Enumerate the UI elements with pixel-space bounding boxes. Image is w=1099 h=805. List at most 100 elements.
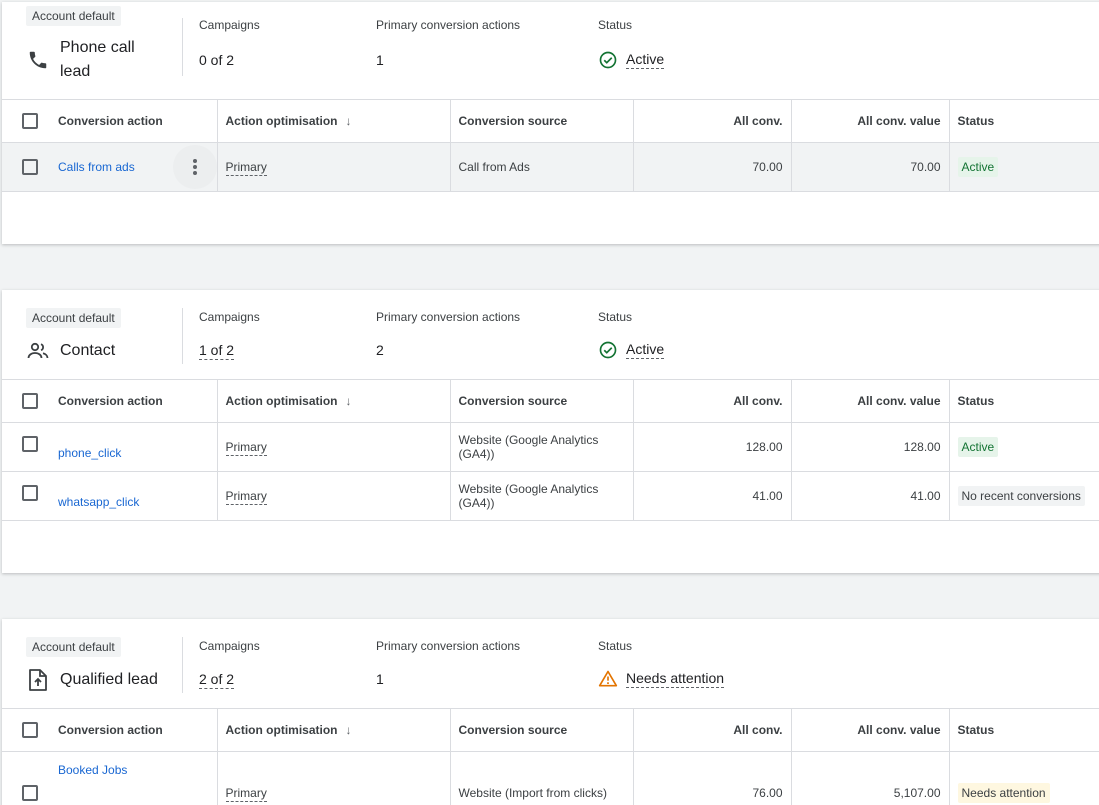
conversion-actions-table: Conversion action Action optimisation ↓ C…	[2, 380, 1099, 521]
row-checkbox[interactable]	[22, 158, 38, 175]
arrow-down-icon: ↓	[345, 393, 352, 408]
status-label: Status	[598, 639, 633, 653]
select-all-checkbox[interactable]	[22, 112, 38, 129]
col-all-conv[interactable]: All conv.	[633, 380, 792, 423]
status-badge: No recent conversions	[957, 485, 1085, 506]
check-circle-icon	[598, 340, 618, 360]
cell-source: Call from Ads	[450, 142, 634, 192]
col-all-conv-value[interactable]: All conv. value	[791, 380, 950, 423]
cell-all-conv-value: 128.00	[791, 422, 950, 472]
status-badge: Active	[957, 436, 999, 457]
account-default-badge: Account default	[26, 308, 121, 328]
cell-status: No recent conversions	[949, 471, 1099, 521]
conversion-actions-table: Conversion action Action optimisation ↓ C…	[2, 709, 1099, 805]
cell-optimisation[interactable]: Primary	[217, 751, 451, 805]
cell-all-conv-value: 41.00	[791, 471, 950, 521]
col-label: Action optimisation	[225, 113, 338, 128]
goal-name: Qualified lead	[60, 671, 158, 688]
check-circle-icon	[598, 50, 618, 70]
row-checkbox[interactable]	[22, 785, 38, 801]
goal-status-text: Needs attention	[626, 670, 725, 688]
conversion-actions-table: Conversion action Action optimisation ↓ C…	[2, 100, 1099, 192]
col-action-optimisation[interactable]: Action optimisation ↓	[217, 709, 451, 752]
col-conversion-source[interactable]: Conversion source	[450, 380, 634, 423]
goal-title[interactable]: Contact	[26, 339, 115, 363]
cell-optimisation[interactable]: Primary	[217, 422, 451, 472]
table-header-row: Conversion action Action optimisation ↓ C…	[2, 100, 1099, 143]
row-checkbox[interactable]	[22, 484, 38, 501]
cell-status: Active	[949, 422, 1099, 472]
cell-source: Website (Import from clicks)	[450, 751, 634, 805]
select-all-checkbox[interactable]	[22, 721, 38, 738]
more-vert-icon[interactable]	[172, 144, 217, 189]
col-status[interactable]: Status	[949, 100, 1099, 143]
cell-all-conv: 41.00	[633, 471, 792, 521]
phone-icon	[26, 48, 50, 72]
col-all-conv-value[interactable]: All conv. value	[791, 100, 950, 143]
account-default-badge: Account default	[26, 637, 121, 657]
cell-all-conv: 128.00	[633, 422, 792, 472]
goal-card-phone-call-lead: Account default Phone call lead Campaign…	[2, 2, 1099, 244]
col-all-conv[interactable]: All conv.	[633, 709, 792, 752]
col-action-optimisation[interactable]: Action optimisation ↓	[217, 380, 451, 423]
arrow-down-icon: ↓	[345, 722, 352, 737]
cell-optimisation[interactable]: Primary	[217, 471, 451, 521]
campaigns-value[interactable]: 1 of 2	[199, 342, 235, 360]
primary-actions-value: 2	[376, 342, 384, 358]
cell-source: Website (Google Analytics (GA4))	[450, 471, 634, 521]
cell-optimisation[interactable]: Primary	[217, 142, 451, 192]
divider	[182, 308, 183, 364]
goal-title[interactable]: Phone call lead	[26, 36, 135, 84]
primary-actions-label: Primary conversion actions	[376, 18, 521, 32]
primary-actions-value: 1	[376, 52, 384, 68]
col-status[interactable]: Status	[949, 380, 1099, 423]
primary-actions-value: 1	[376, 671, 384, 687]
cell-source: Website (Google Analytics (GA4))	[450, 422, 634, 472]
cell-action: Booked Jobs	[2, 751, 218, 805]
col-conversion-action: Conversion action	[2, 709, 218, 752]
select-all-checkbox[interactable]	[22, 392, 38, 409]
cell-action: Calls from ads	[2, 142, 218, 192]
goal-title[interactable]: Qualified lead	[26, 668, 158, 692]
campaigns-link: 2 of 2	[199, 671, 235, 689]
status-badge: Needs attention	[957, 783, 1050, 803]
col-all-conv[interactable]: All conv.	[633, 100, 792, 143]
status-badge: Active	[957, 156, 999, 177]
goal-name-line1: Phone call	[60, 39, 135, 56]
optimisation-value: Primary	[225, 439, 267, 456]
primary-actions-label: Primary conversion actions	[376, 639, 521, 653]
col-all-conv-value[interactable]: All conv. value	[791, 709, 950, 752]
campaigns-label: Campaigns	[199, 310, 260, 324]
primary-actions-label: Primary conversion actions	[376, 310, 521, 324]
people-icon	[26, 339, 50, 363]
cell-all-conv-value: 70.00	[791, 142, 950, 192]
conversion-action-link[interactable]: phone_click	[58, 446, 121, 460]
conversion-action-link[interactable]: Booked Jobs	[58, 763, 127, 777]
goal-status[interactable]: Needs attention	[598, 669, 725, 689]
conversion-action-link[interactable]: whatsapp_click	[58, 495, 139, 509]
row-checkbox[interactable]	[22, 435, 38, 452]
goal-header: Account default Qualified lead Campaigns…	[2, 619, 1099, 709]
col-action-optimisation[interactable]: Action optimisation ↓	[217, 100, 451, 143]
goal-card-qualified-lead: Account default Qualified lead Campaigns…	[2, 619, 1099, 805]
status-label: Status	[598, 310, 633, 324]
goal-header: Account default Phone call lead Campaign…	[2, 2, 1099, 100]
col-conversion-source[interactable]: Conversion source	[450, 100, 634, 143]
goal-header: Account default Contact Campaigns 1 of 2…	[2, 290, 1099, 380]
col-label: Conversion action	[58, 722, 163, 737]
optimisation-value: Primary	[225, 786, 267, 802]
cell-status: Needs attention	[949, 751, 1099, 805]
table-row: whatsapp_click Primary Website (Google A…	[2, 471, 1099, 521]
divider	[182, 637, 183, 693]
cell-all-conv-value: 5,107.00	[791, 751, 950, 805]
table-row: phone_click Primary Website (Google Anal…	[2, 422, 1099, 472]
arrow-down-icon: ↓	[345, 113, 352, 128]
goal-status[interactable]: Active	[598, 50, 665, 70]
goal-status[interactable]: Active	[598, 340, 665, 360]
conversion-action-link[interactable]: Calls from ads	[58, 160, 135, 174]
col-conversion-source[interactable]: Conversion source	[450, 709, 634, 752]
table-header-row: Conversion action Action optimisation ↓ C…	[2, 380, 1099, 423]
divider	[182, 18, 183, 76]
col-status[interactable]: Status	[949, 709, 1099, 752]
campaigns-value[interactable]: 2 of 2	[199, 671, 235, 689]
